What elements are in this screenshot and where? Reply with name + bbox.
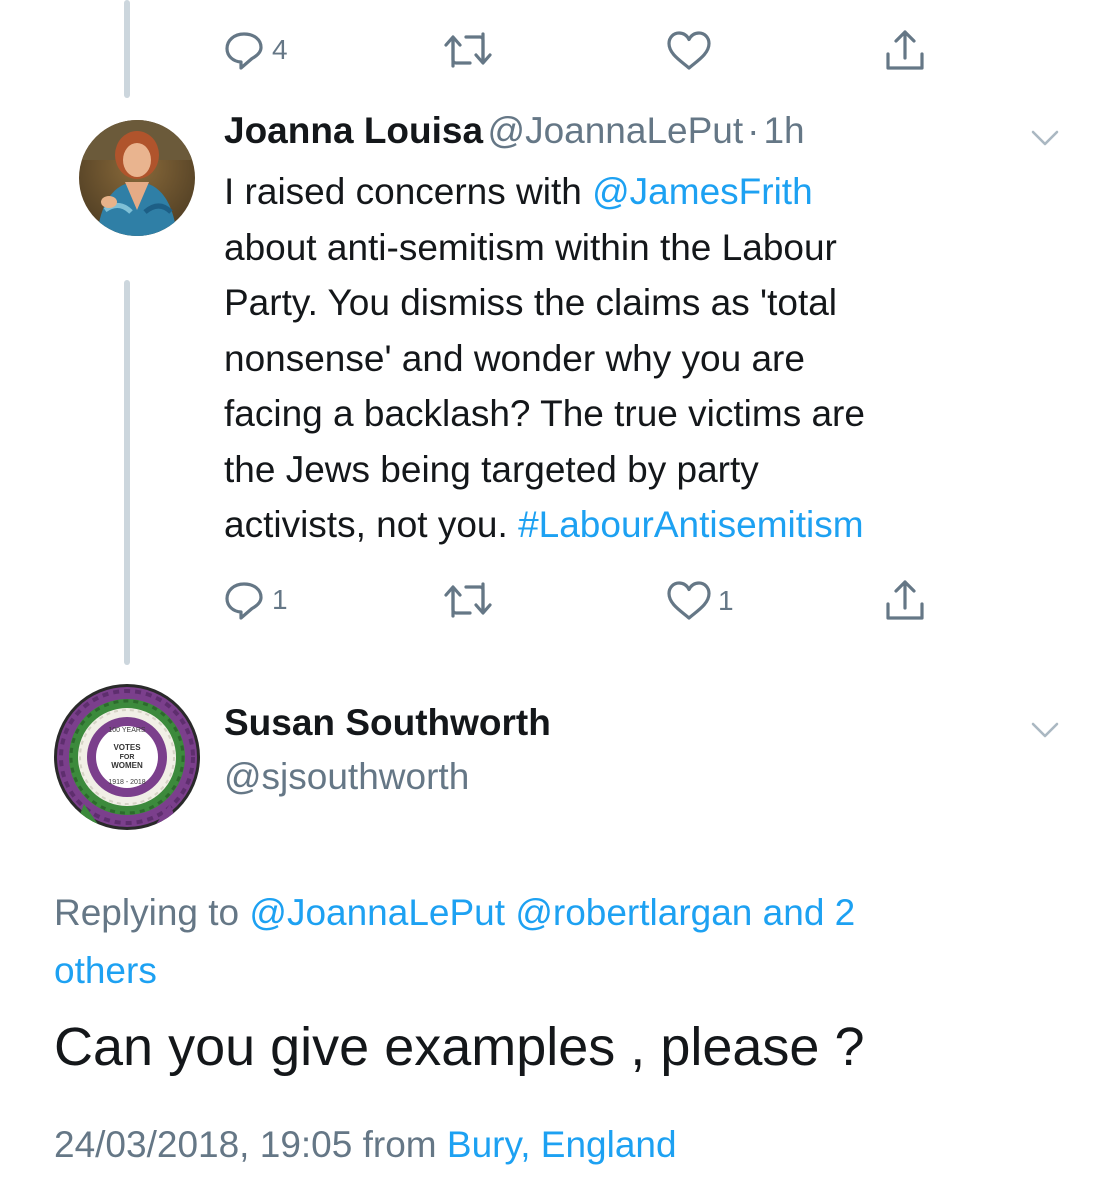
- replying-handle-1[interactable]: @JoannaLePut: [249, 892, 505, 933]
- chevron-down-icon[interactable]: [1030, 128, 1060, 148]
- replying-and-more[interactable]: and 2: [763, 892, 856, 933]
- tweet-meta: 24/03/2018, 19:05 from Bury, England: [54, 1124, 677, 1166]
- reply-count: 4: [272, 34, 288, 65]
- from-label: from: [362, 1124, 437, 1165]
- like-icon: [667, 31, 711, 70]
- text-line: I raised concerns with @JamesFrith: [224, 171, 813, 212]
- reply-icon: [225, 582, 263, 620]
- retweet-icon: [444, 32, 492, 68]
- like-button[interactable]: 1: [666, 580, 734, 622]
- avatar-susan[interactable]: 100 YEARS VOTES FOR WOMEN 1918 - 2018: [54, 684, 200, 830]
- reply-icon: [225, 32, 263, 70]
- retweet-icon: [444, 582, 492, 618]
- like-button[interactable]: [666, 30, 712, 72]
- author-handle[interactable]: @JoannaLePut: [488, 110, 744, 151]
- rosette-line3: WOMEN: [111, 761, 143, 770]
- like-icon: [667, 581, 711, 620]
- reply-button[interactable]: 1: [222, 578, 288, 622]
- reply-count: 1: [272, 584, 288, 615]
- replying-to: Replying to @JoannaLePut @robertlargan a…: [54, 884, 1074, 1000]
- rosette-line1: VOTES: [113, 743, 141, 752]
- author-handle[interactable]: @sjsouthworth: [224, 756, 469, 798]
- tweet-joanna-header: Joanna Louisa @JoannaLePut · 1h: [224, 110, 805, 152]
- text-line: facing a backlash? The true victims are: [224, 393, 865, 434]
- like-count: 1: [718, 585, 734, 616]
- text-line: nonsense' and wonder why you are: [224, 337, 805, 379]
- location-link[interactable]: Bury, England: [447, 1124, 677, 1165]
- replying-handle-2[interactable]: @robertlargan: [515, 892, 752, 933]
- avatar-joanna[interactable]: [79, 120, 195, 236]
- rosette-line2: FOR: [120, 754, 135, 761]
- avatar-joanna-image: [79, 120, 195, 236]
- rosette-arc-top: 100 YEARS: [108, 727, 146, 734]
- dot-separator: ·: [747, 110, 760, 151]
- text-line: activists, not you. #LabourAntisemitism: [224, 504, 864, 545]
- share-icon: [886, 580, 924, 620]
- rosette-icon: 100 YEARS VOTES FOR WOMEN 1918 - 2018: [54, 684, 200, 830]
- author-name[interactable]: Joanna Louisa: [224, 110, 483, 151]
- chevron-down-icon[interactable]: [1030, 720, 1060, 740]
- timestamp: 24/03/2018, 19:05: [54, 1124, 353, 1165]
- share-icon: [886, 30, 924, 70]
- retweet-button[interactable]: [443, 30, 493, 70]
- reply-button[interactable]: 4: [222, 28, 288, 72]
- replying-others[interactable]: others: [54, 950, 157, 991]
- rosette-arc-bottom: 1918 - 2018: [108, 779, 145, 786]
- thread-line-middle: [124, 280, 130, 665]
- share-button[interactable]: [884, 578, 926, 622]
- tweet-joanna-text: I raised concerns with @JamesFrith about…: [224, 164, 1084, 553]
- tweet-time[interactable]: 1h: [763, 110, 804, 151]
- text-line: Party. You dismiss the claims as 'total: [224, 282, 838, 323]
- tweet-susan-text: Can you give examples , please ?: [54, 1017, 865, 1077]
- replying-prefix: Replying to: [54, 892, 250, 933]
- thread-line-top: [124, 0, 130, 98]
- share-button[interactable]: [884, 28, 926, 72]
- text-line: the Jews being targeted by party: [224, 448, 759, 490]
- mention-link[interactable]: @JamesFrith: [592, 171, 813, 212]
- retweet-button[interactable]: [443, 580, 493, 620]
- text-line: about anti-semitism within the Labour: [224, 226, 837, 268]
- hashtag-link[interactable]: #LabourAntisemitism: [518, 504, 863, 545]
- author-name[interactable]: Susan Southworth: [224, 702, 551, 744]
